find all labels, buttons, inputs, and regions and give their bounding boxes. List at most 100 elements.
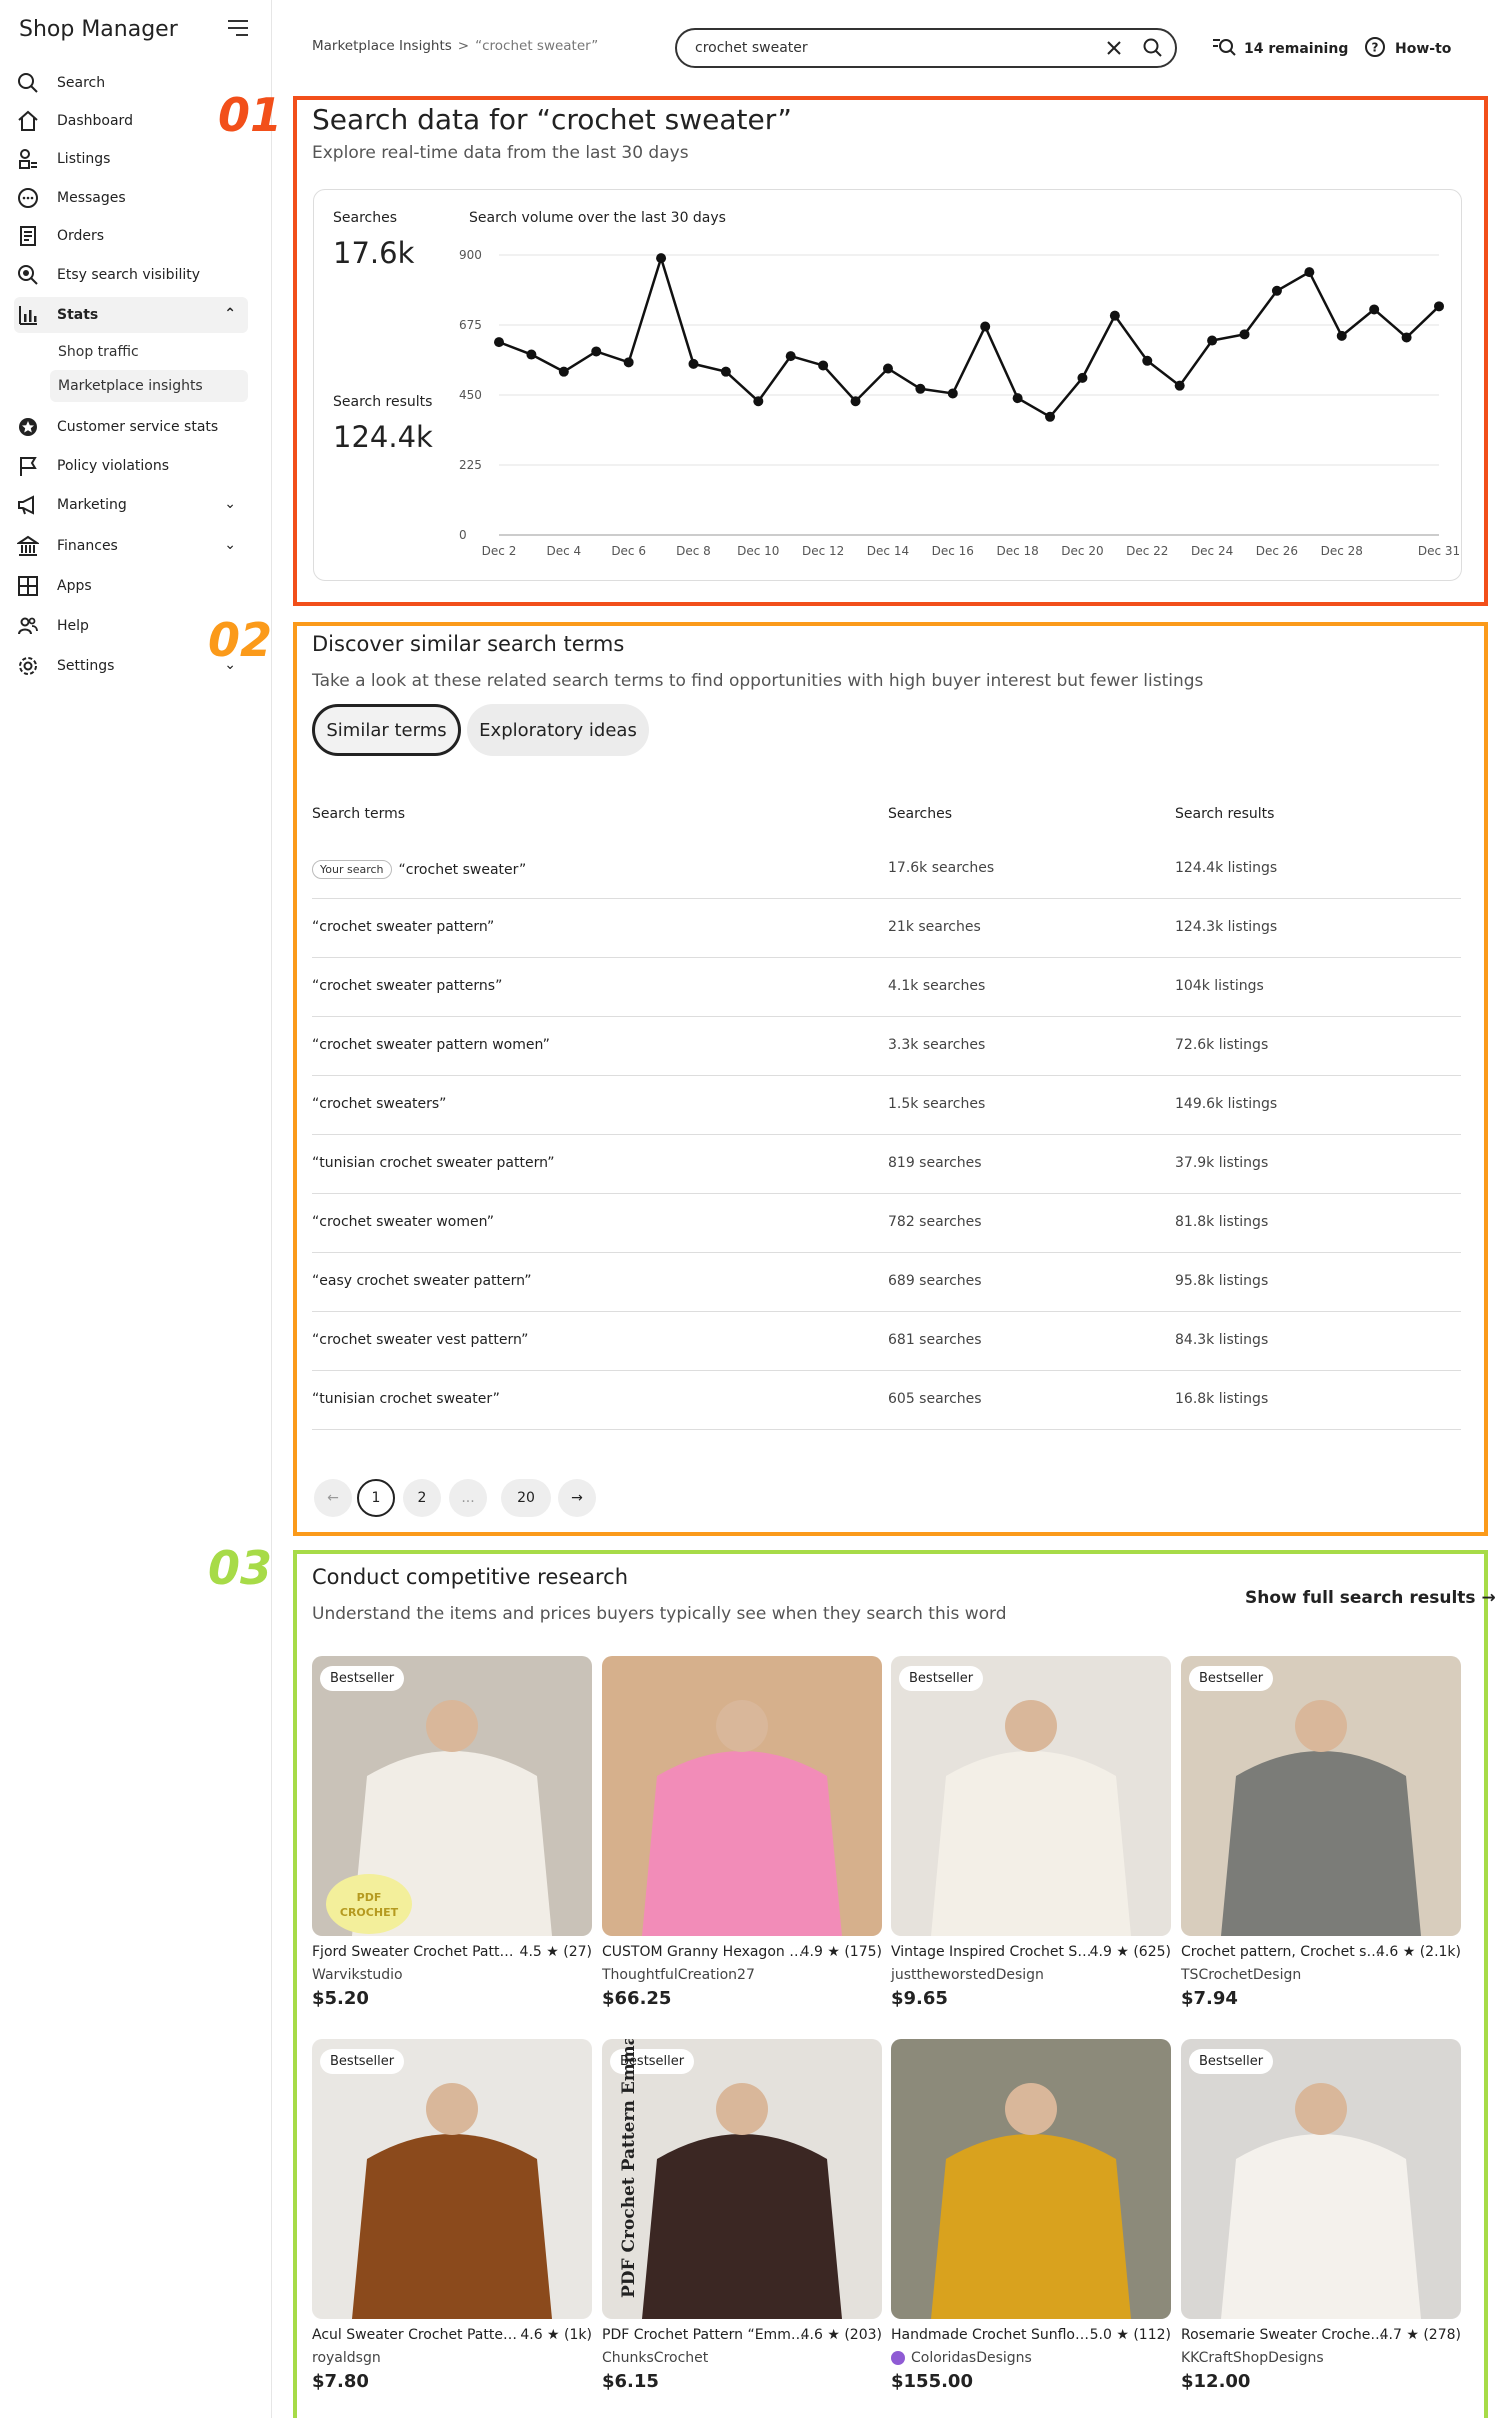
product-image[interactable]: Bestseller PDF CROCHET [312, 1656, 592, 1936]
search-term-cell: “crochet sweater pattern women” [312, 1037, 550, 1053]
product-rating: 4.7 ★ (278) [1379, 2327, 1461, 2343]
results-cell: 95.8k listings [1175, 1273, 1269, 1289]
product-image[interactable] [602, 1656, 882, 1936]
data-point [1304, 267, 1315, 278]
sidebar-item-messages[interactable]: Messages [14, 180, 248, 216]
product-title[interactable]: Vintage Inspired Crochet Sweater [891, 1944, 1096, 1960]
prev-page-button[interactable]: ← [314, 1479, 352, 1517]
how-to-link[interactable]: ? How-to [1364, 36, 1451, 62]
page-1-button[interactable]: 1 [357, 1479, 395, 1517]
results-cell: 124.3k listings [1175, 919, 1278, 935]
table-row[interactable]: “crochet sweaters” 1.5k searches 149.6k li… [312, 1076, 1461, 1135]
sidebar-item-orders[interactable]: Orders [14, 218, 248, 254]
y-tick-label: 900 [459, 248, 482, 262]
table-row[interactable]: “easy crochet sweater pattern” 689 search… [312, 1253, 1461, 1312]
sidebar-item-customer-service-stats[interactable]: Customer service stats [14, 409, 248, 445]
next-page-button[interactable]: → [558, 1479, 596, 1517]
shop-name[interactable]: KKCraftShopDesigns [1181, 2350, 1324, 2366]
clear-icon[interactable] [1102, 36, 1126, 60]
search-term-text: “easy crochet sweater pattern” [312, 1273, 532, 1289]
product-title[interactable]: Handmade Crochet Sunflower Cardigan [891, 2327, 1096, 2343]
sidebar-item-dashboard[interactable]: Dashboard [14, 103, 248, 139]
menu-collapse-icon[interactable] [228, 20, 250, 38]
x-tick-label: Dec 6 [611, 544, 646, 558]
product-title-row: Fjord Sweater Crochet Pattern 4.5 ★ (27) [312, 1944, 592, 1960]
search-visibility-icon [14, 264, 42, 286]
sidebar-item-search[interactable]: Search [14, 65, 248, 101]
product-title[interactable]: Fjord Sweater Crochet Pattern [312, 1944, 517, 1960]
tab-exploratory-ideas[interactable]: Exploratory ideas [467, 704, 649, 756]
shop-name[interactable]: ThoughtfulCreation27 [602, 1967, 755, 1983]
show-full-results-link[interactable]: Show full search results → [1245, 1588, 1496, 1608]
sidebar-subitem-marketplace-insights[interactable]: Marketplace insights [50, 370, 248, 402]
search-bar [675, 28, 1177, 68]
product-title[interactable]: Rosemarie Sweater Crochet Pattern [1181, 2327, 1386, 2343]
similar-terms-subtitle: Take a look at these related search term… [312, 671, 1204, 691]
search-input[interactable] [695, 38, 1075, 58]
table-row[interactable]: “crochet sweater patterns” 4.1k searches 1… [312, 958, 1461, 1017]
product-title[interactable]: CUSTOM Granny Hexagon Cardigan [602, 1944, 807, 1960]
results-cell: 72.6k listings [1175, 1037, 1269, 1053]
page-2-button[interactable]: 2 [403, 1479, 441, 1517]
sidebar-item-stats[interactable]: Stats ⌃ [14, 297, 248, 333]
sidebar-item-search-visibility[interactable]: Etsy search visibility [14, 257, 248, 293]
table-row[interactable]: “crochet sweater pattern women” 3.3k sear… [312, 1017, 1461, 1076]
x-tick-label: Dec 2 [482, 544, 517, 558]
shop-name-row: ThoughtfulCreation27 [602, 1967, 755, 1983]
sidebar-subitem-shop-traffic[interactable]: Shop traffic [50, 336, 248, 368]
sidebar-item-marketing[interactable]: Marketing ⌄ [14, 487, 248, 523]
shop-name-row: ColoridasDesigns [891, 2350, 1032, 2366]
sidebar-item-policy-violations[interactable]: Policy violations [14, 448, 248, 484]
sidebar-item-listings[interactable]: Listings [14, 141, 248, 177]
shop-name[interactable]: Warvikstudio [312, 1967, 403, 1983]
product-title-row: Acul Sweater Crochet Pattern 4.6 ★ (1k) [312, 2327, 592, 2343]
data-point [818, 360, 829, 371]
search-term-text: “crochet sweater” [398, 861, 527, 878]
product-photo-placeholder [1181, 1656, 1461, 1936]
competitive-research-subtitle: Understand the items and prices buyers t… [312, 1604, 1007, 1624]
remaining-count: 14 remaining [1244, 41, 1349, 57]
product-image[interactable]: Bestseller [891, 1656, 1171, 1936]
x-tick-label: Dec 24 [1191, 544, 1233, 558]
table-row[interactable]: Your search “crochet sweater” 17.6k search… [312, 840, 1461, 899]
shop-name[interactable]: royaldsgn [312, 2350, 381, 2366]
shop-name[interactable]: ColoridasDesigns [911, 2350, 1032, 2366]
search-data-title: Search data for “crochet sweater” [312, 103, 792, 136]
shop-name[interactable]: justtheworstedDesign [891, 1967, 1044, 1983]
listings-icon [14, 148, 42, 170]
tab-similar-terms[interactable]: Similar terms [312, 704, 461, 756]
table-row[interactable]: “crochet sweater women” 782 searches 81.8k… [312, 1194, 1461, 1253]
search-icon[interactable] [1142, 37, 1164, 59]
your-search-badge: Your search [312, 860, 392, 879]
sidebar-item-apps[interactable]: Apps [14, 568, 248, 604]
product-image[interactable]: Bestseller PDF Crochet Pattern Emma Sweat… [602, 2039, 882, 2319]
breadcrumb-root-link[interactable]: Marketplace Insights [312, 38, 452, 54]
search-list-icon [1212, 36, 1236, 62]
data-point [850, 396, 861, 407]
results-cell: 149.6k listings [1175, 1096, 1278, 1112]
page-20-button[interactable]: 20 [501, 1479, 551, 1517]
table-row[interactable]: “tunisian crochet sweater” 605 searches 16… [312, 1371, 1461, 1430]
y-tick-label: 0 [459, 528, 467, 542]
table-row[interactable]: “tunisian crochet sweater pattern” 819 se… [312, 1135, 1461, 1194]
product-title-row: PDF Crochet Pattern “Emma Sweater”4.6 ★ … [602, 2327, 882, 2343]
search-term-cell: “tunisian crochet sweater pattern” [312, 1155, 554, 1171]
product-image[interactable] [891, 2039, 1171, 2319]
product-image[interactable]: Bestseller [1181, 1656, 1461, 1936]
table-row[interactable]: “crochet sweater vest pattern” 681 search… [312, 1312, 1461, 1371]
similar-terms-title: Discover similar search terms [312, 632, 625, 656]
shop-name[interactable]: ChunksCrochet [602, 2350, 708, 2366]
product-image[interactable]: Bestseller [312, 2039, 592, 2319]
product-title[interactable]: Acul Sweater Crochet Pattern [312, 2327, 517, 2343]
shop-name[interactable]: TSCrochetDesign [1181, 1967, 1301, 1983]
x-tick-label: Dec 26 [1256, 544, 1298, 558]
searches-cell: 681 searches [888, 1332, 982, 1348]
product-title[interactable]: Crochet pattern, Crochet sweater [1181, 1944, 1386, 1960]
table-row[interactable]: “crochet sweater pattern” 21k searches 124… [312, 899, 1461, 958]
data-point [753, 396, 764, 407]
sidebar-item-finances[interactable]: Finances ⌄ [14, 528, 248, 564]
search-volume-line-chart: 0 225 450 675 900 Dec 2 Dec 4 Dec 6 Dec 8 Dec 10 D… [459, 248, 1459, 558]
product-image[interactable]: Bestseller [1181, 2039, 1461, 2319]
searches-remaining[interactable]: 14 remaining [1212, 36, 1348, 62]
product-title[interactable]: PDF Crochet Pattern “Emma Sweater” [602, 2327, 807, 2343]
